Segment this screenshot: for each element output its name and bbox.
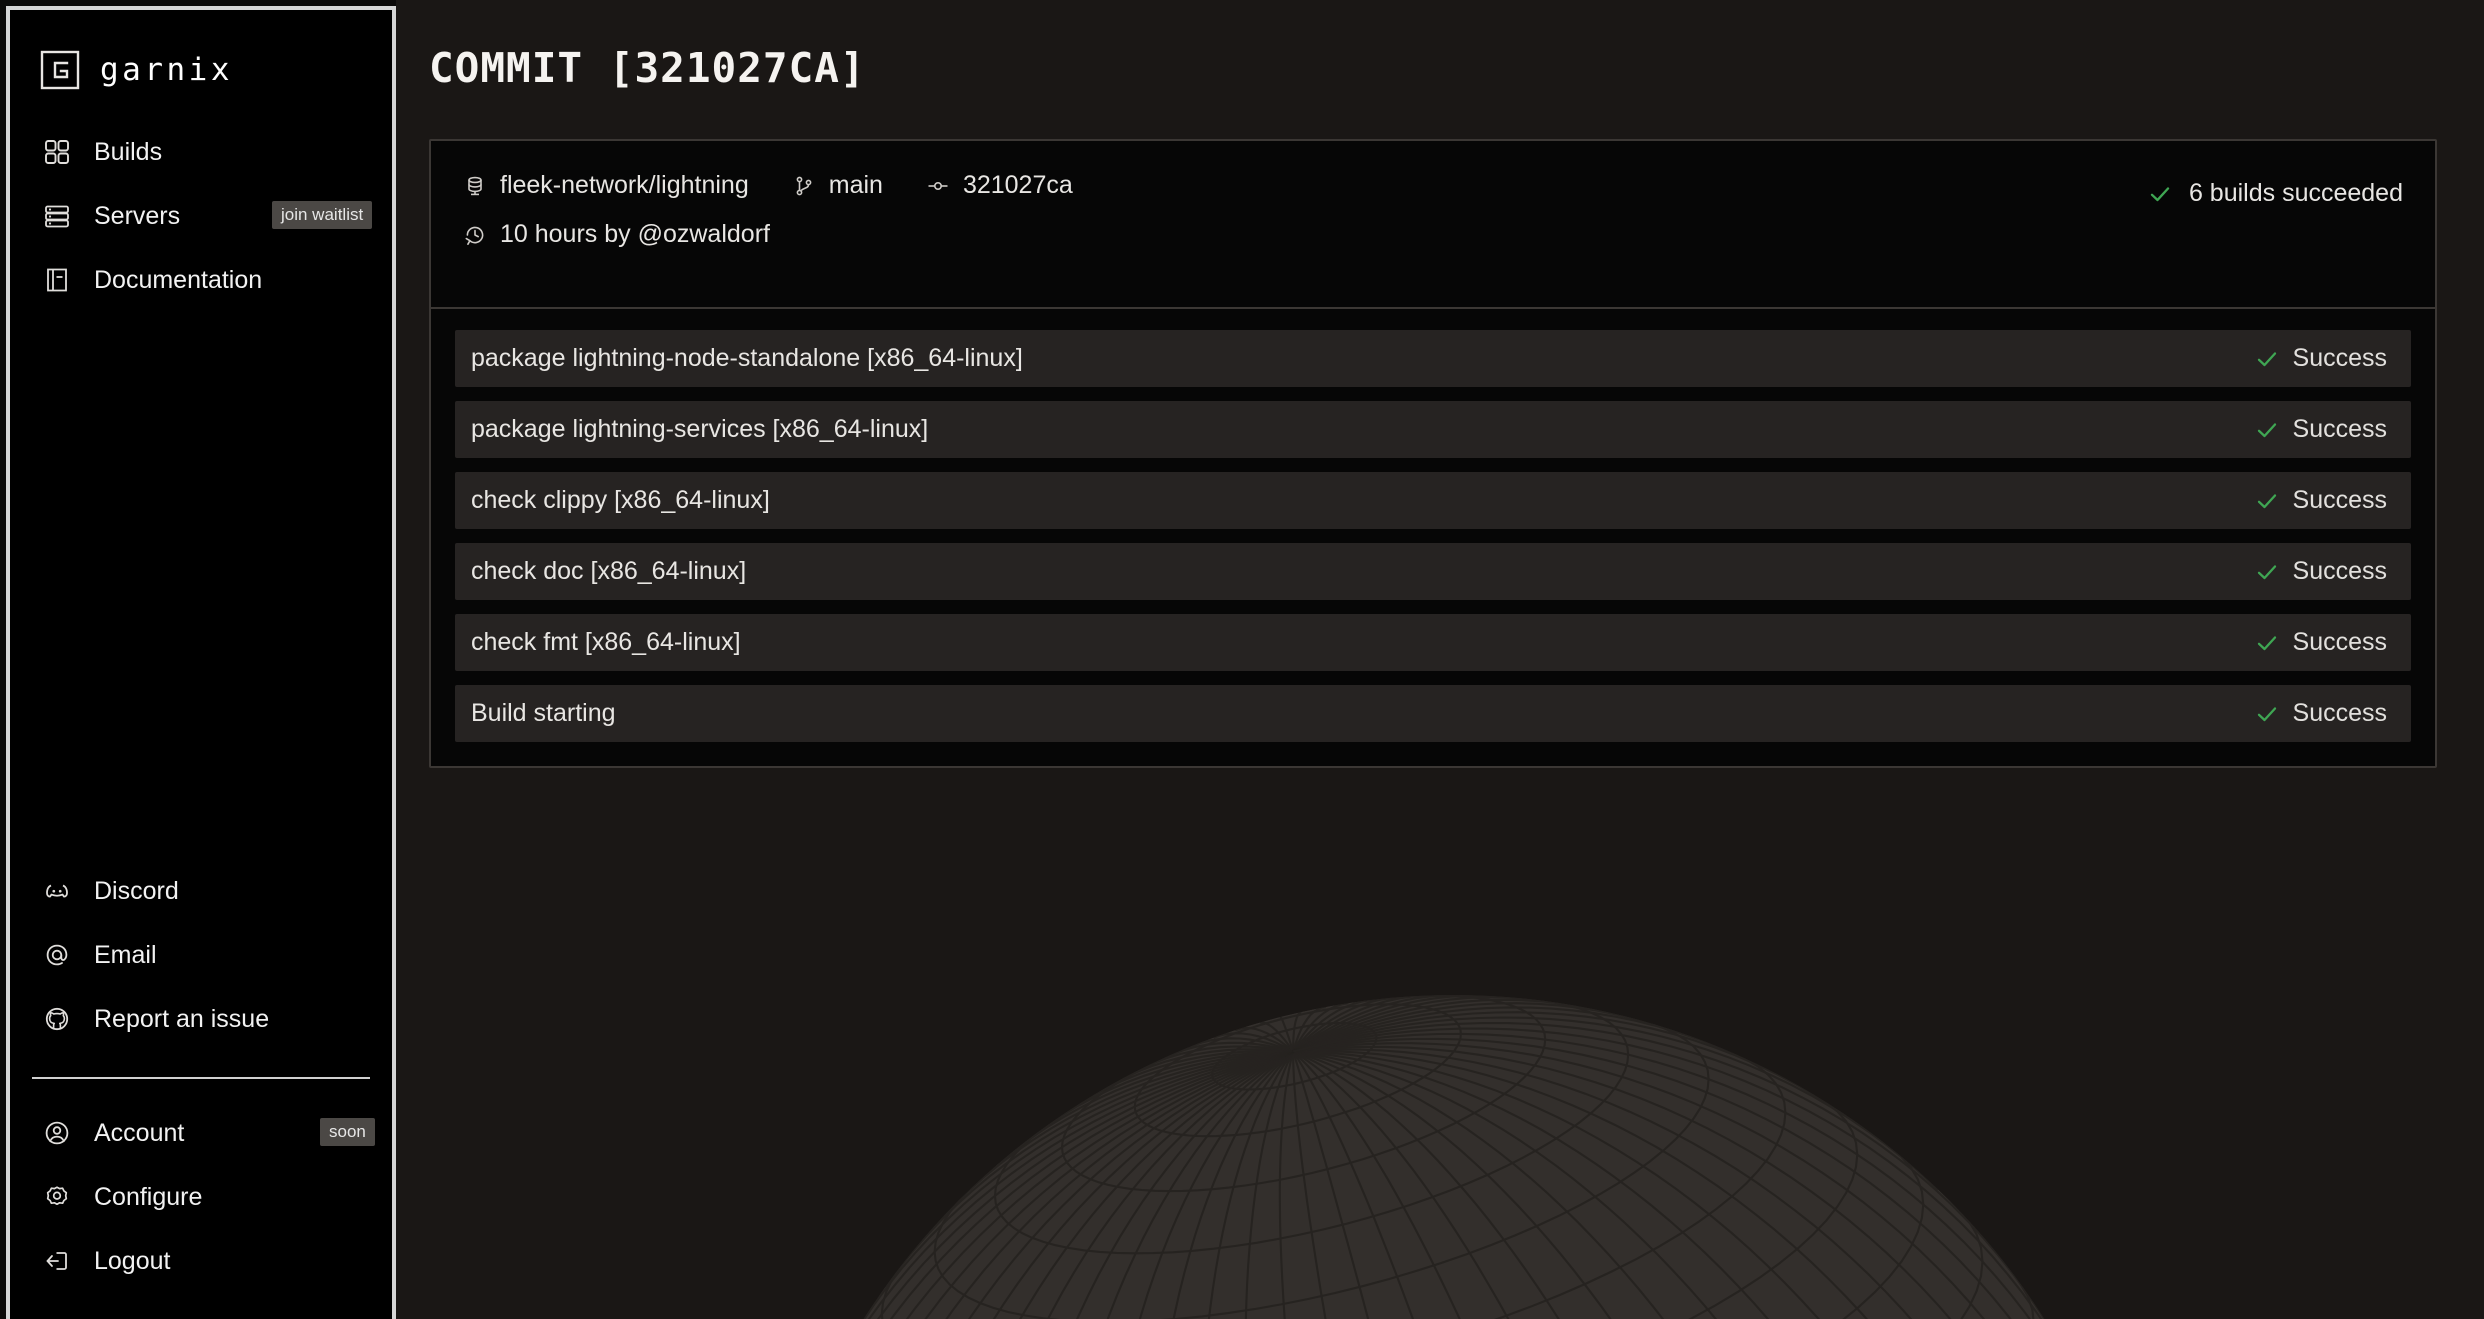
- user-circle-icon: [42, 1118, 72, 1148]
- repo-database-icon: [463, 174, 487, 198]
- branch-link[interactable]: main: [792, 171, 883, 200]
- commit-hash-link[interactable]: 321027ca: [926, 171, 1073, 200]
- build-status: Success: [2255, 699, 2387, 728]
- clock-history-icon: [463, 223, 487, 247]
- github-icon: [42, 1004, 72, 1034]
- sidebar-item-servers[interactable]: Servers join waitlist: [10, 184, 392, 248]
- account-nav: Account soon Configure Logout: [10, 1079, 392, 1319]
- build-status-text: Success: [2292, 486, 2387, 514]
- sidebar-item-label: Account: [94, 1118, 185, 1147]
- sidebar-item-label: Documentation: [94, 265, 263, 294]
- build-name: Build starting: [471, 699, 616, 727]
- sidebar-item-configure[interactable]: Configure: [10, 1165, 392, 1229]
- sidebar-item-discord[interactable]: Discord: [10, 859, 392, 923]
- soon-badge: soon: [320, 1118, 375, 1146]
- branch-name: main: [828, 171, 883, 199]
- build-status: Success: [2255, 557, 2387, 586]
- build-row[interactable]: check clippy [x86_64-linux] Success: [455, 472, 2411, 529]
- sidebar-item-documentation[interactable]: Documentation: [10, 248, 392, 312]
- commit-time-text: 10 hours by @ozwaldorf: [500, 220, 770, 248]
- build-status-text: Success: [2292, 344, 2387, 372]
- logout-icon: [42, 1246, 72, 1276]
- commit-meta-secondary: 10 hours by @ozwaldorf: [463, 220, 2403, 249]
- page-title: COMMIT [321027CA]: [429, 44, 866, 92]
- sidebar-item-label: Email: [94, 940, 157, 969]
- check-icon: [2148, 182, 2172, 206]
- book-icon: [42, 265, 72, 295]
- builds-summary-badge: 6 builds succeeded: [2148, 179, 2403, 208]
- build-status: Success: [2255, 486, 2387, 515]
- check-icon: [2255, 418, 2279, 442]
- check-icon: [2255, 631, 2279, 655]
- build-status-text: Success: [2292, 699, 2387, 727]
- build-status-text: Success: [2292, 557, 2387, 585]
- commit-meta-primary: fleek-network/lightning main 321027ca: [463, 171, 2403, 200]
- build-status: Success: [2255, 344, 2387, 373]
- commit-hash: 321027ca: [962, 171, 1073, 199]
- sidebar-item-account[interactable]: Account soon: [10, 1101, 392, 1165]
- branch-icon: [792, 174, 816, 198]
- brand-logo[interactable]: garnix: [10, 10, 392, 102]
- primary-nav: Builds Servers join waitlist Documentati…: [10, 102, 392, 312]
- grid-icon: [42, 137, 72, 167]
- build-row[interactable]: check doc [x86_64-linux] Success: [455, 543, 2411, 600]
- join-waitlist-badge[interactable]: join waitlist: [272, 201, 373, 229]
- commit-dot-icon: [926, 174, 950, 198]
- server-icon: [42, 201, 72, 231]
- commit-time: 10 hours by @ozwaldorf: [463, 220, 770, 249]
- sidebar-item-report-an-issue[interactable]: Report an issue: [10, 987, 392, 1051]
- check-icon: [2255, 702, 2279, 726]
- sidebar-item-email[interactable]: Email: [10, 923, 392, 987]
- commit-card-header: fleek-network/lightning main 321027ca 10…: [431, 141, 2435, 309]
- build-status: Success: [2255, 628, 2387, 657]
- build-row[interactable]: Build starting Success: [455, 685, 2411, 742]
- sidebar: garnix Builds Servers join waitlist Docu…: [6, 6, 396, 1319]
- build-name: check doc [x86_64-linux]: [471, 557, 747, 585]
- gear-icon: [42, 1182, 72, 1212]
- sidebar-item-builds[interactable]: Builds: [10, 120, 392, 184]
- discord-icon: [42, 876, 72, 906]
- sidebar-item-label: Report an issue: [94, 1004, 270, 1033]
- main-content: COMMIT [321027CA] fleek-network/lightnin…: [396, 0, 2484, 1319]
- build-name: package lightning-node-standalone [x86_6…: [471, 344, 1023, 372]
- build-row[interactable]: check fmt [x86_64-linux] Success: [455, 614, 2411, 671]
- sidebar-item-label: Configure: [94, 1182, 203, 1211]
- build-name: check fmt [x86_64-linux]: [471, 628, 741, 656]
- sidebar-item-label: Discord: [94, 876, 179, 905]
- sidebar-item-label: Logout: [94, 1246, 171, 1275]
- build-name: check clippy [x86_64-linux]: [471, 486, 770, 514]
- at-email-icon: [42, 940, 72, 970]
- build-row[interactable]: package lightning-node-standalone [x86_6…: [455, 330, 2411, 387]
- commit-card: fleek-network/lightning main 321027ca 10…: [429, 139, 2437, 768]
- sidebar-item-label: Builds: [94, 137, 163, 166]
- sidebar-item-label: Servers: [94, 201, 181, 230]
- build-name: package lightning-services [x86_64-linux…: [471, 415, 929, 443]
- build-status-text: Success: [2292, 628, 2387, 656]
- build-status-text: Success: [2292, 415, 2387, 443]
- check-icon: [2255, 489, 2279, 513]
- check-icon: [2255, 560, 2279, 584]
- builds-list: package lightning-node-standalone [x86_6…: [431, 309, 2435, 766]
- check-icon: [2255, 347, 2279, 371]
- sidebar-item-logout[interactable]: Logout: [10, 1229, 392, 1293]
- support-nav: Discord Email Report an issue: [10, 853, 392, 1051]
- garnix-logo-icon: [40, 50, 80, 90]
- build-row[interactable]: package lightning-services [x86_64-linux…: [455, 401, 2411, 458]
- builds-summary-text: 6 builds succeeded: [2188, 179, 2403, 207]
- repo-link[interactable]: fleek-network/lightning: [463, 171, 749, 200]
- build-status: Success: [2255, 415, 2387, 444]
- brand-logo-text: garnix: [100, 51, 233, 88]
- app-root: garnix Builds Servers join waitlist Docu…: [0, 0, 2484, 1319]
- repo-name: fleek-network/lightning: [500, 171, 749, 199]
